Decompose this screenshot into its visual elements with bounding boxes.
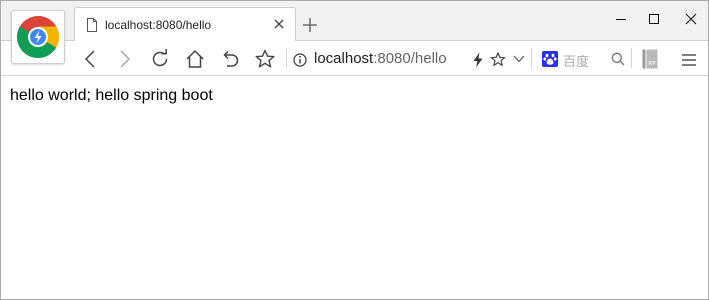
toolbar-divider [531, 48, 532, 68]
forward-icon[interactable] [115, 49, 133, 69]
toolbar-divider [631, 48, 632, 68]
reload-icon[interactable] [150, 49, 170, 69]
page-content: hello world; hello spring boot [1, 77, 708, 299]
tab-strip: localhost:8080/hello [1, 1, 708, 64]
back-icon[interactable] [82, 49, 100, 69]
chrome-logo-icon [16, 15, 60, 59]
favorite-star-icon[interactable] [490, 52, 506, 68]
toolbar-divider [286, 48, 287, 68]
chevron-down-icon[interactable] [513, 54, 525, 64]
search-icon[interactable] [611, 52, 625, 66]
close-window-icon[interactable] [685, 13, 697, 25]
tab-close-icon[interactable] [273, 18, 285, 30]
page-body-text: hello world; hello spring boot [10, 87, 213, 104]
new-tab-icon[interactable] [303, 18, 317, 32]
bookmark-star-icon[interactable] [254, 49, 276, 69]
home-icon[interactable] [185, 49, 205, 69]
maximize-icon[interactable] [648, 13, 660, 25]
lightning-icon[interactable] [472, 52, 484, 68]
menu-icon[interactable] [681, 53, 697, 67]
address-bar[interactable]: localhost:8080/hello [314, 50, 447, 67]
tab-title: localhost:8080/hello [105, 18, 212, 32]
browser-window: localhost:8080/hello localhost:8080/hell… [0, 0, 709, 300]
address-path: :8080/hello [373, 50, 447, 67]
site-info-icon[interactable] [293, 53, 307, 67]
search-engine-label[interactable]: 百度 [563, 51, 589, 70]
browser-logo[interactable] [11, 10, 65, 64]
undo-icon[interactable] [220, 49, 240, 69]
toolbar: localhost:8080/hello 百度 RP [1, 40, 708, 76]
minimize-icon[interactable] [615, 13, 627, 25]
rp-extension-icon[interactable]: RP [642, 49, 658, 69]
baidu-paw-icon[interactable] [542, 51, 558, 67]
page-icon [87, 18, 97, 32]
rp-extension-label: RP [648, 61, 656, 67]
address-host: localhost [314, 50, 374, 67]
tab-active[interactable]: localhost:8080/hello [74, 7, 296, 41]
